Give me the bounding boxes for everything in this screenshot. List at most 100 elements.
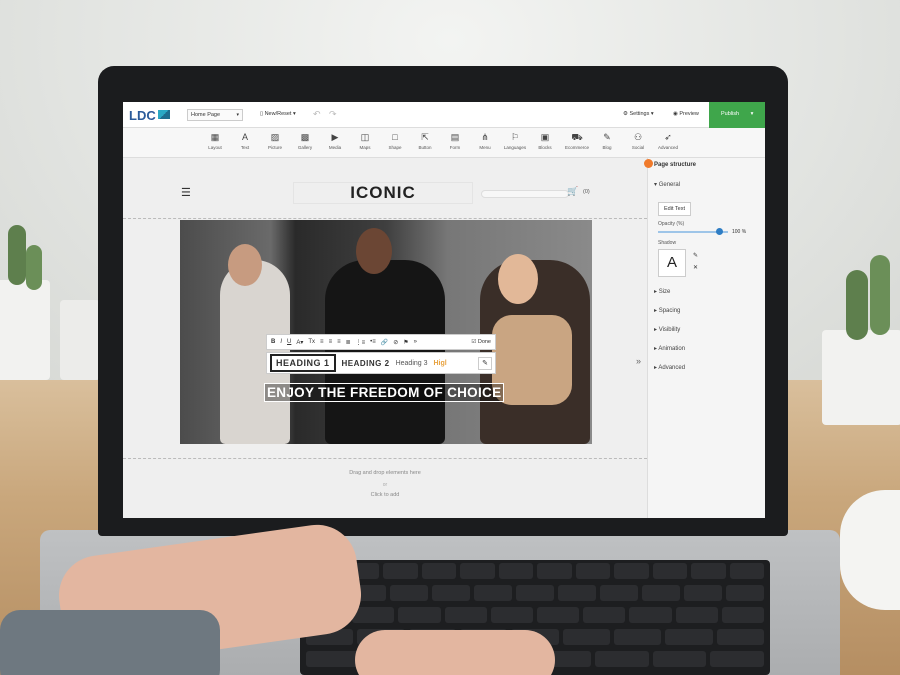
languages-icon: ⚐ xyxy=(510,132,520,142)
page-select-value: Home Page xyxy=(191,112,221,118)
align-justify-icon[interactable]: ≣ xyxy=(346,339,351,346)
pencil-icon[interactable]: ✎ xyxy=(478,357,492,370)
document-icon: ▯ xyxy=(260,111,264,117)
opacity-label: Opacity (%) xyxy=(658,221,685,227)
style-heading-2[interactable]: HEADING 2 xyxy=(342,359,390,368)
social-icon: ⚇ xyxy=(633,132,643,142)
align-right-icon[interactable]: ≡ xyxy=(337,339,341,345)
panel-collapse-icon[interactable]: » xyxy=(636,356,641,366)
bullet-list-icon[interactable]: •≡ xyxy=(370,339,376,345)
cart-icon[interactable]: 🛒 xyxy=(567,186,578,197)
right-hand xyxy=(355,630,555,675)
underline-icon[interactable]: U xyxy=(287,339,291,345)
model-left-face xyxy=(228,244,262,286)
site-header[interactable]: ☰ ICONIC 🛒 (0) xyxy=(123,166,647,214)
font-color-icon[interactable]: A▾ xyxy=(296,339,303,346)
section-advanced[interactable]: ▸ Advanced xyxy=(654,364,685,371)
model-right-face xyxy=(498,254,538,304)
shape-icon: □ xyxy=(392,132,398,142)
align-left-icon[interactable]: ≡ xyxy=(320,339,324,345)
preview-button[interactable]: ◉ Preview xyxy=(673,111,699,117)
tool-blocks[interactable]: ▣ Blocks xyxy=(530,132,560,150)
section-animation-label: Animation xyxy=(658,346,686,352)
tool-picture[interactable]: ▨ Picture xyxy=(260,132,290,150)
tool-maps[interactable]: ◫ Maps xyxy=(350,132,380,150)
pencil-icon[interactable]: ✎ xyxy=(693,252,698,259)
model-center-face xyxy=(356,228,392,274)
tool-media[interactable]: ▶ Media xyxy=(320,132,350,150)
section-visibility[interactable]: ▸ Visibility xyxy=(654,326,680,333)
style-heading-1[interactable]: HEADING 1 xyxy=(270,354,336,372)
publish-label: Publish xyxy=(721,111,740,117)
tool-social[interactable]: ⚇ Social xyxy=(623,132,653,150)
opacity-number: 100 xyxy=(732,229,741,235)
new-reset-label: New/Reset xyxy=(264,111,292,117)
edit-text-button[interactable]: Edit Text xyxy=(658,202,691,216)
section-spacing[interactable]: ▸ Spacing xyxy=(654,307,680,314)
picture-icon: ▨ xyxy=(270,132,280,142)
checkbox-icon: ☑ xyxy=(471,339,477,345)
tool-ecommerce[interactable]: ⛟ Ecommerce xyxy=(562,132,592,150)
bold-icon[interactable]: B xyxy=(271,339,275,345)
eye-icon: ◉ xyxy=(673,111,678,117)
section-general[interactable]: ▾ General xyxy=(654,181,680,188)
tool-button[interactable]: ⇱ Button xyxy=(410,132,440,150)
gear-icon: ⚙ xyxy=(623,111,628,117)
properties-panel: Page structure ▾ General Edit Text Opaci… xyxy=(644,158,765,518)
section-size[interactable]: ▸ Size xyxy=(654,288,670,295)
flag-icon[interactable]: ⚑ xyxy=(403,339,408,346)
site-search-input[interactable] xyxy=(481,190,569,198)
align-center-icon[interactable]: ≡ xyxy=(329,339,333,345)
tool-layout[interactable]: ▦ Layout xyxy=(200,132,230,150)
more-icon[interactable]: » xyxy=(414,339,417,345)
tool-languages[interactable]: ⚐ Languages xyxy=(500,132,530,150)
clear-format-icon[interactable]: Tx xyxy=(308,339,315,345)
media-icon: ▶ xyxy=(331,132,339,142)
done-button[interactable]: ☑ Done xyxy=(471,339,491,345)
unlink-icon[interactable]: ⊘ xyxy=(393,339,398,346)
settings-button[interactable]: ⚙ Settings ▾ xyxy=(623,111,654,117)
undo-icon[interactable]: ↶ xyxy=(313,109,321,120)
chevron-down-icon: ▾ xyxy=(293,111,296,117)
style-highlight[interactable]: Higl xyxy=(434,360,447,367)
coffee-mug xyxy=(840,490,900,610)
section-visibility-label: Visibility xyxy=(658,327,681,333)
shadow-preview[interactable]: A xyxy=(658,249,686,277)
page-select[interactable]: Home Page ▾ xyxy=(187,109,243,121)
tool-text[interactable]: A Text xyxy=(230,132,260,150)
hero-heading[interactable]: ENJOY THE FREEDOM OF CHOICE xyxy=(264,383,505,402)
page-structure-toggle-icon[interactable] xyxy=(644,159,653,168)
italic-icon[interactable]: I xyxy=(280,339,282,345)
style-heading-3[interactable]: Heading 3 xyxy=(396,360,428,367)
section-general-label: General xyxy=(658,182,681,188)
hamburger-menu-icon[interactable]: ☰ xyxy=(181,186,191,199)
drag-drop-hint: Drag and drop elements here xyxy=(349,470,421,476)
publish-button[interactable]: Publish ▾ xyxy=(709,102,765,128)
section-spacing-label: Spacing xyxy=(658,308,681,314)
tool-form[interactable]: ▤ Form xyxy=(440,132,470,150)
site-brand[interactable]: ICONIC xyxy=(293,182,473,204)
blog-icon: ✎ xyxy=(603,132,611,142)
page-structure-header[interactable]: Page structure xyxy=(644,158,765,172)
link-icon[interactable]: 🔗 xyxy=(381,339,388,346)
opacity-slider-handle[interactable] xyxy=(716,228,723,235)
section-size-label: Size xyxy=(658,289,671,295)
blocks-icon: ▣ xyxy=(540,132,550,142)
new-reset-button[interactable]: ▯ New/Reset ▾ xyxy=(260,111,296,117)
section-animation[interactable]: ▸ Animation xyxy=(654,345,685,352)
redo-icon[interactable]: ↷ xyxy=(329,109,337,120)
tool-shape[interactable]: □ Shape xyxy=(380,132,410,150)
ordered-list-icon[interactable]: ⋮≡ xyxy=(356,339,366,346)
tool-blog[interactable]: ✎ Blog xyxy=(592,132,622,150)
click-to-add-button[interactable]: Click to add xyxy=(123,492,647,498)
close-icon[interactable]: ✕ xyxy=(693,264,698,271)
hero-image[interactable] xyxy=(180,220,592,444)
opacity-value[interactable]: 100 % xyxy=(732,229,746,235)
editor-canvas[interactable]: ☰ ICONIC 🛒 (0) B I U A▾ Tx ≡ ≡ ≡ ≣ ⋮≡ •≡… xyxy=(123,158,647,518)
tool-advanced[interactable]: ➶ Advanced xyxy=(653,132,683,150)
page-structure-title: Page structure xyxy=(654,162,697,168)
tool-gallery[interactable]: ▩ Gallery xyxy=(290,132,320,150)
tool-menu[interactable]: ⋔ Menu xyxy=(470,132,500,150)
ecommerce-icon: ⛟ xyxy=(571,132,583,142)
chevron-down-icon: ▾ xyxy=(236,112,239,118)
